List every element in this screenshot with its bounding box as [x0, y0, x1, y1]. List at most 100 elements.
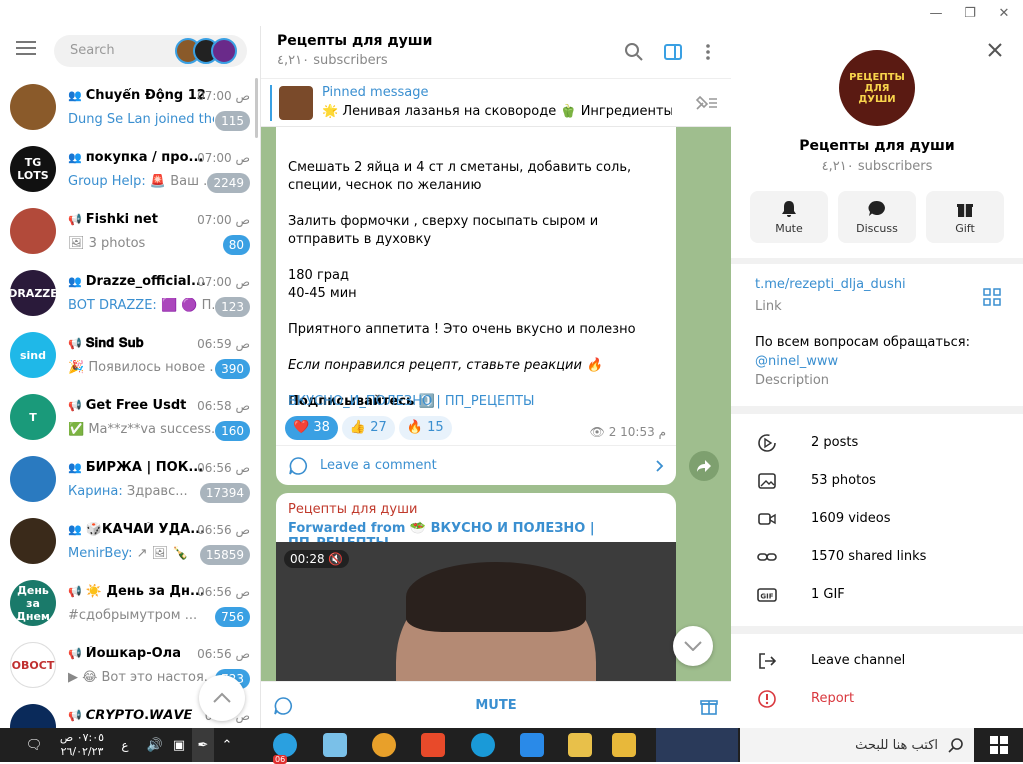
discuss-icon[interactable]	[273, 696, 293, 716]
message-line: Смешать 2 яйца и 4 ст л сметаны, добавит…	[288, 160, 632, 193]
game-app-icon[interactable]	[612, 733, 636, 757]
chat-title-text: Drazze_official...	[85, 274, 206, 289]
message-line: 180 град 40-45 мин	[288, 268, 357, 301]
chat-avatar: DRAZZE	[10, 270, 56, 316]
message-line: Залить формочки , сверху посыпать сыром …	[288, 214, 599, 247]
media-row-gifs[interactable]: GIF 1 GIF	[731, 576, 1023, 614]
reaction-button[interactable]: 👍 27	[341, 416, 395, 440]
chat-item[interactable]: 👥 БИРЖА | ПОК... ص 06:56 Карина: Здравс... 1…	[0, 450, 256, 512]
description-username[interactable]: @ninel_www	[755, 354, 838, 369]
store-icon[interactable]	[520, 733, 544, 757]
chat-preview: 🎉 Появилось новое ...	[68, 360, 214, 375]
reaction-button[interactable]: 🔥 15	[398, 416, 452, 440]
gift-icon[interactable]	[699, 696, 719, 716]
video-time: 00:28	[290, 552, 325, 566]
language-indicator[interactable]: ع	[116, 728, 134, 762]
reactions-row: ❤️ 38 👍 27 🔥 15	[285, 416, 456, 440]
channel-actions: Leave channel Report	[731, 634, 1023, 728]
chat-footer: MUTE	[261, 681, 731, 728]
minimize-button[interactable]: —	[919, 0, 953, 26]
pinned-message-bar[interactable]: Pinned message 🌟 Ленивая лазанья на сков…	[261, 79, 731, 127]
search-icon[interactable]	[623, 41, 645, 63]
network-icon[interactable]: ▣	[168, 728, 190, 762]
search-input[interactable]: Search	[54, 35, 247, 67]
share-button[interactable]	[689, 451, 719, 481]
media-row-links[interactable]: 1570 shared links	[731, 538, 1023, 576]
notepad-icon[interactable]	[323, 733, 347, 757]
clock[interactable]: ٠٧:٠٥ ص ٢٦/٠٢/٢٣	[52, 728, 112, 762]
telegram-icon[interactable]: 06	[273, 733, 297, 764]
chat-item[interactable]: DRAZZE 👥 Drazze_official... ص 07:00 BOT DRAZ…	[0, 264, 256, 326]
leave-comment-button[interactable]: Leave a comment	[276, 445, 676, 485]
chat-item[interactable]: sind 📢 𝐒𝐢𝐧𝐝 𝐒𝐮𝐛 ص 06:59 🎉 Появилось новое .…	[0, 326, 256, 388]
gift-button[interactable]: Gift	[926, 191, 1004, 243]
report-button[interactable]: Report	[731, 680, 1023, 718]
chrome-icon[interactable]	[372, 733, 396, 757]
minimize-icon: —	[929, 5, 943, 21]
telegram-window: — ❐ ✕ Search 👥 Chuyển Động 12h ص 07:00 Dung…	[0, 0, 1023, 728]
chat-time: ص 06:56	[197, 523, 250, 537]
scroll-down-button[interactable]	[673, 626, 713, 666]
unread-badge: 2249	[207, 173, 250, 193]
channel-link[interactable]: ВКУСНО_И_ПОЛЕЗНО | ПП_РЕЦЕПТЫ	[288, 394, 534, 409]
chat-subscribers: ٤,٢١٠ subscribers	[277, 53, 388, 68]
taskbar-search[interactable]: اكتب هنا للبحث	[740, 728, 974, 762]
pen-icon[interactable]: ✒	[192, 728, 214, 762]
chat-item[interactable]: 📢 Fishki net ص 07:00 🖼 3 photos 80	[0, 202, 256, 264]
mute-button[interactable]: MUTE	[261, 682, 731, 728]
preview-text: ▶ 😂 Вот это настоя...	[68, 670, 214, 685]
more-options-icon[interactable]	[697, 41, 719, 63]
channel-avatar[interactable]: РЕЦЕПТЫ ДЛЯ ДУШИ	[839, 50, 915, 126]
hamburger-menu-icon[interactable]	[16, 41, 38, 57]
chat-item[interactable]: T 📢 Get Free Usdt ص 06:58 ✅ Ma**z**va succe…	[0, 388, 256, 450]
restore-button[interactable]: ❐	[953, 0, 987, 26]
chat-avatar: TG LOTS	[10, 146, 56, 192]
mute-channel-button[interactable]: Mute	[750, 191, 828, 243]
reaction-button[interactable]: ❤️ 38	[285, 416, 338, 440]
scrollbar[interactable]	[255, 78, 258, 138]
link-icon	[757, 553, 777, 561]
channel-link[interactable]: t.me/rezepti_dlja_dushi	[755, 277, 906, 292]
tray-expand-icon[interactable]: ⌃	[216, 728, 238, 762]
chat-avatar	[10, 456, 56, 502]
shared-media-section: 2 posts 53 photos 1609 videos 1570 share…	[731, 414, 1023, 626]
video-duration: 00:28 🔇	[284, 550, 350, 568]
pin-list-icon[interactable]	[693, 93, 719, 113]
discuss-button[interactable]: Discuss	[838, 191, 916, 243]
notification-icon[interactable]: 🗨	[20, 728, 48, 762]
chat-item[interactable]: 👥 🎲КАЧАЙ УДА... ص 06:56 MenirBey: ↗ 🖼 🍾 1585…	[0, 512, 256, 574]
chat-title[interactable]: Рецепты для души	[277, 33, 432, 49]
message-meta: 👁 2 م 10:53	[590, 425, 666, 439]
volume-icon[interactable]: 🔊	[144, 728, 166, 762]
brave-icon[interactable]	[421, 733, 445, 757]
channel-icon: 📢	[68, 399, 82, 412]
search-highlight-image[interactable]	[656, 728, 738, 762]
chat-item[interactable]: 👥 Chuyển Động 12h ص 07:00 Dung Se Lan joine…	[0, 78, 256, 140]
media-row-photos[interactable]: 53 photos	[731, 462, 1023, 500]
message-author[interactable]: Рецепты для души	[288, 502, 417, 517]
chat-header[interactable]: Рецепты для души ٤,٢١٠ subscribers	[261, 26, 731, 79]
chat-item[interactable]: День за Днем 📢 ☀️ День за Дн... ص 06:56 #сд…	[0, 574, 256, 636]
chat-avatar: День за Днем	[10, 580, 56, 626]
edge-icon[interactable]	[471, 733, 495, 757]
qr-code-icon[interactable]	[983, 288, 1001, 306]
preview-text: 🟪 🟣 П...	[160, 298, 214, 313]
close-window-button[interactable]: ✕	[987, 0, 1021, 26]
close-icon[interactable]	[987, 42, 1003, 58]
channel-icon: 📢	[68, 647, 82, 660]
start-button[interactable]	[975, 728, 1023, 762]
media-row-videos[interactable]: 1609 videos	[731, 500, 1023, 538]
file-explorer-icon[interactable]	[568, 733, 592, 757]
chat-item[interactable]: TG LOTS 👥 покупка / про... ص 07:00 Group Hel…	[0, 140, 256, 202]
media-row-posts[interactable]: 2 posts	[731, 424, 1023, 462]
leave-channel-button[interactable]: Leave channel	[731, 642, 1023, 680]
stories-strip[interactable]	[175, 38, 241, 64]
scroll-up-button[interactable]	[199, 675, 245, 721]
chat-time: ص 07:00	[197, 275, 250, 289]
story-avatar[interactable]	[211, 38, 237, 64]
preview-text: 🖼 3 photos	[68, 236, 146, 251]
message-bubble[interactable]: Смешать 2 яйца и 4 ст л сметаны, добавит…	[276, 127, 676, 485]
muted-speaker-icon[interactable]: 🔇	[328, 552, 343, 566]
svg-text:GIF: GIF	[760, 593, 773, 601]
sidebar-toggle-icon[interactable]	[662, 41, 684, 63]
